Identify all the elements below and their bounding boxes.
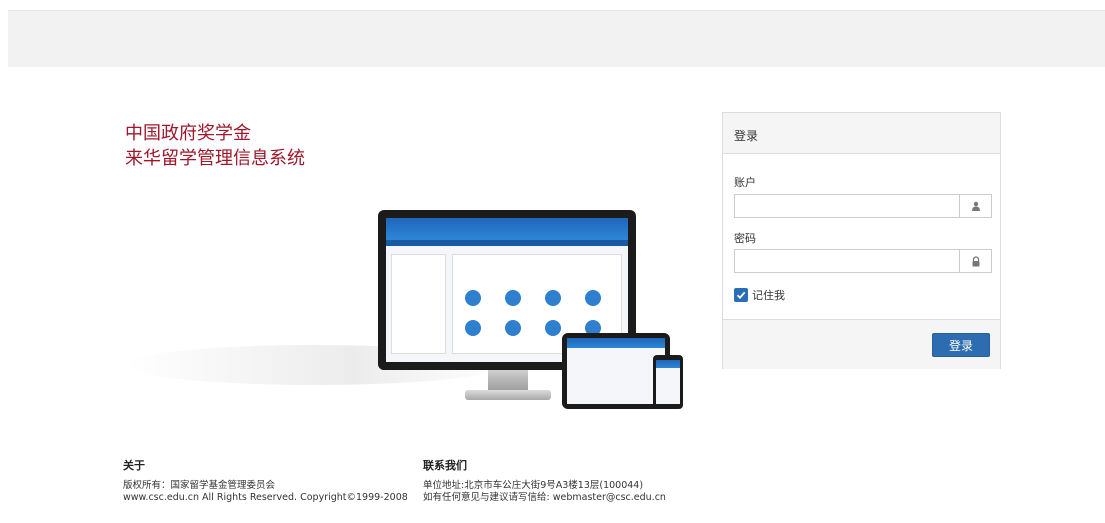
lock-icon: [959, 250, 991, 272]
device-showcase-image: [120, 205, 700, 415]
footer-about-title: 关于: [123, 459, 145, 472]
footer-address: 单位地址:北京市车公庄大街9号A3楼13层(100044): [423, 480, 644, 491]
account-input[interactable]: [735, 195, 959, 217]
brand-title-line2: 来华留学管理信息系统: [125, 148, 305, 169]
monitor-stand: [488, 370, 528, 392]
account-input-group: [734, 194, 992, 218]
login-panel: 登录 账户 密码 记住我 登录: [722, 112, 1001, 369]
remember-me-option[interactable]: 记住我: [734, 287, 785, 303]
footer-feedback-email: 如有任何意见与建议请写信给: webmaster@csc.edu.cn: [423, 492, 666, 503]
account-label: 账户: [734, 176, 756, 189]
remember-me-checkbox[interactable]: [734, 288, 748, 302]
phone-illustration: [653, 355, 683, 409]
login-button[interactable]: 登录: [932, 333, 990, 357]
footer-copyright-owner: 版权所有：国家留学基金管理委员会: [123, 480, 276, 491]
remember-me-label: 记住我: [752, 289, 785, 302]
password-input-group: [734, 249, 992, 273]
login-panel-title: 登录: [723, 113, 1000, 154]
password-label: 密码: [734, 232, 756, 245]
site-brand: 中国政府奖学金 来华留学管理信息系统: [125, 121, 305, 171]
footer-copyright-line: www.csc.edu.cn All Rights Reserved. Copy…: [123, 492, 408, 503]
password-input[interactable]: [735, 250, 959, 272]
monitor-base: [465, 390, 551, 400]
user-icon: [959, 195, 991, 217]
footer-about: 关于 版权所有：国家留学基金管理委员会 www.csc.edu.cn All R…: [123, 460, 408, 504]
brand-title-line1: 中国政府奖学金: [125, 123, 251, 144]
top-banner: [8, 10, 1105, 67]
footer-contact: 联系我们 单位地址:北京市车公庄大街9号A3楼13层(100044) 如有任何意…: [423, 460, 666, 504]
footer-contact-title: 联系我们: [423, 459, 467, 472]
login-panel-footer: 登录: [723, 319, 1000, 369]
